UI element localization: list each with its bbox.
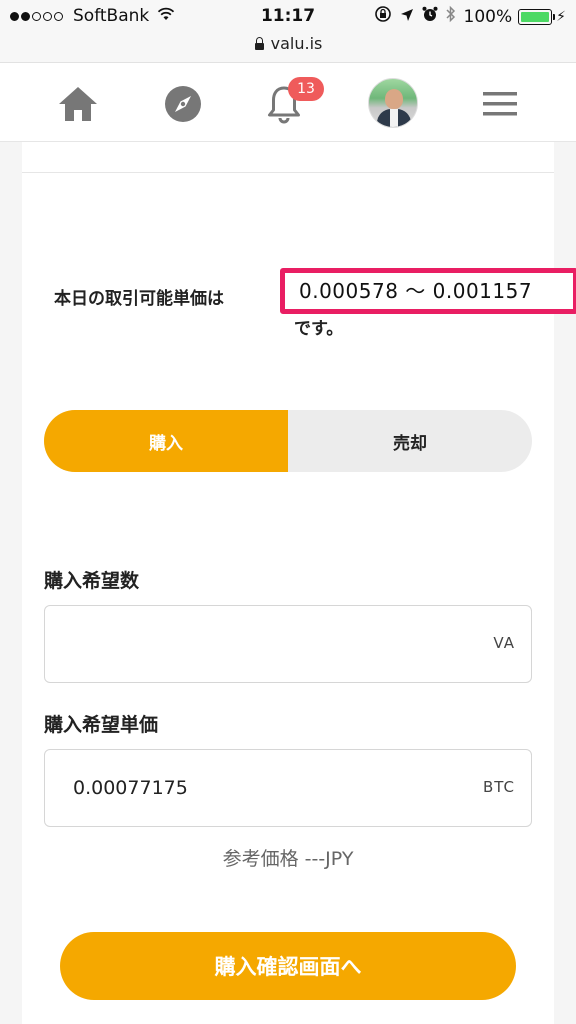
quantity-field: VA xyxy=(44,605,532,683)
quantity-input[interactable] xyxy=(73,628,433,660)
url-bar[interactable]: valu.is xyxy=(0,34,576,62)
home-icon[interactable] xyxy=(53,79,103,129)
hamburger-menu-icon[interactable] xyxy=(475,79,525,129)
avatar[interactable] xyxy=(367,77,419,129)
quantity-label: 購入希望数 xyxy=(44,570,140,592)
price-unit: BTC xyxy=(482,778,515,796)
confirm-purchase-button[interactable]: 購入確認画面へ xyxy=(60,932,516,1000)
reference-price: 参考価格 ---JPY xyxy=(222,848,354,870)
notification-badge: 13 xyxy=(288,77,324,101)
status-bar: SoftBank 11:17 100% ⚡ xyxy=(0,0,576,34)
range-prefix: 本日の取引可能単価は xyxy=(54,289,224,309)
quantity-unit: VA xyxy=(493,634,515,652)
range-highlight-box: 0.000578 〜 0.001157 xyxy=(280,268,576,314)
price-input[interactable] xyxy=(73,772,433,804)
buy-tab[interactable]: 購入 xyxy=(44,410,288,472)
lock-icon xyxy=(254,37,265,50)
buy-sell-toggle: 購入 売却 xyxy=(44,410,532,472)
notification-bell-icon[interactable]: 13 xyxy=(259,77,324,129)
battery-percent: 100% xyxy=(463,6,513,27)
price-label: 購入希望単価 xyxy=(44,714,159,736)
price-field: BTC xyxy=(44,749,532,827)
charging-icon: ⚡ xyxy=(556,8,566,25)
range-value: 0.000578 〜 0.001157 xyxy=(299,279,533,303)
location-icon xyxy=(400,7,414,27)
url-domain: valu.is xyxy=(270,34,323,53)
trade-card: 本日の取引可能単価は 0.000578 〜 0.001157 です。 購入 売却… xyxy=(22,142,576,1024)
rotation-lock-icon xyxy=(374,5,392,28)
range-suffix: です。 xyxy=(294,319,344,339)
battery-icon xyxy=(518,8,556,25)
status-right: 100% ⚡ xyxy=(366,5,566,28)
compass-icon[interactable] xyxy=(158,79,208,129)
divider xyxy=(22,172,554,173)
top-nav: 13 xyxy=(0,62,576,142)
bluetooth-icon xyxy=(446,5,456,28)
alarm-icon xyxy=(422,6,438,27)
sell-tab[interactable]: 売却 xyxy=(288,410,532,472)
avatar-image xyxy=(368,78,418,128)
